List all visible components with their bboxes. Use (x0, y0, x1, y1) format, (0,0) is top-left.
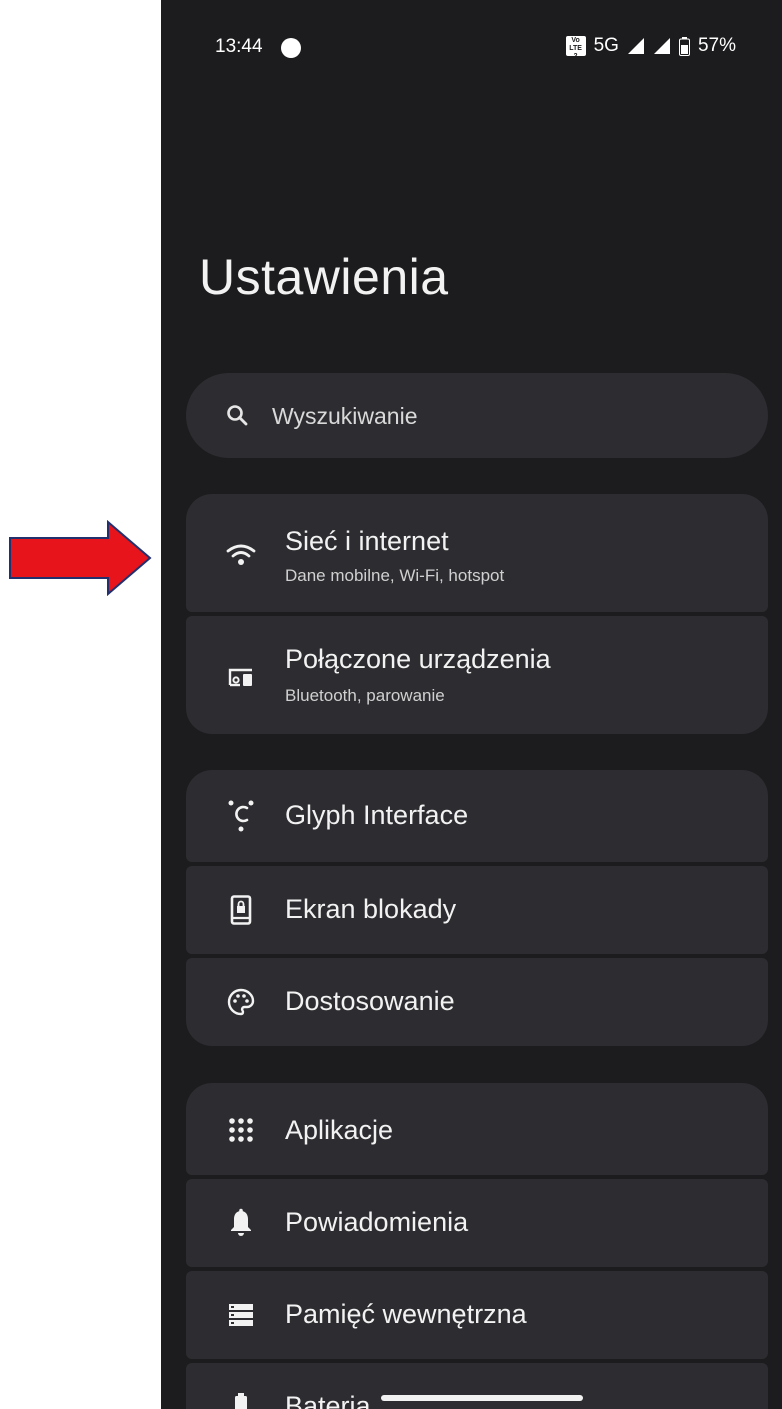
storage-icon (224, 1298, 258, 1332)
pointer-arrow-icon (9, 520, 152, 596)
status-time: 13:44 (215, 36, 263, 57)
settings-item-apps[interactable]: Aplikacje (186, 1083, 768, 1175)
item-label: Pamięć wewnętrzna (285, 1299, 527, 1329)
home-indicator[interactable] (381, 1395, 583, 1401)
network-type: 5G (593, 35, 619, 56)
search-placeholder: Wyszukiwanie (272, 403, 418, 429)
battery-icon (224, 1390, 258, 1409)
item-label: Aplikacje (285, 1115, 394, 1145)
item-label: Dostosowanie (285, 986, 455, 1016)
settings-item-storage[interactable]: Pamięć wewnętrzna (186, 1271, 768, 1359)
status-bar: 13:44 Vo LTE 2 5G 57% (161, 30, 782, 66)
item-label: Powiadomienia (285, 1207, 469, 1237)
battery-status-icon (678, 36, 690, 56)
item-label: Połączone urządzenia (285, 644, 551, 674)
bell-icon (224, 1206, 258, 1240)
system-icons: Vo LTE 2 5G 57% (565, 35, 736, 60)
settings-item-customization[interactable]: Dostosowanie (186, 958, 768, 1046)
item-label: Ekran blokady (285, 894, 457, 924)
battery-percent: 57% (697, 35, 736, 56)
apps-grid-icon (224, 1113, 258, 1147)
settings-item-lock-screen[interactable]: Ekran blokady (186, 866, 768, 954)
search-bar[interactable]: Wyszukiwanie (186, 373, 768, 458)
item-label: Glyph Interface (285, 800, 469, 830)
palette-icon (224, 985, 258, 1019)
search-icon (227, 405, 248, 426)
item-subtitle: Bluetooth, parowanie (285, 686, 445, 705)
settings-item-battery[interactable]: Bateria (186, 1363, 768, 1409)
item-label: Sieć i internet (285, 526, 449, 556)
settings-item-notifications[interactable]: Powiadomienia (186, 1179, 768, 1267)
status-dot-icon (281, 38, 301, 58)
settings-item-glyph-interface[interactable]: Glyph Interface (186, 770, 768, 862)
signal-icon (627, 38, 644, 54)
item-subtitle: Dane mobilne, Wi-Fi, hotspot (285, 566, 505, 585)
phone-screen: 13:44 Vo LTE 2 5G 57% Ustawienia Wyszukiw… (161, 0, 782, 1409)
glyph-icon (224, 799, 258, 833)
volte-icon: Vo LTE 2 (565, 36, 586, 60)
item-label: Bateria (285, 1391, 371, 1409)
wifi-icon (224, 538, 258, 572)
settings-item-network[interactable]: Sieć i internet Dane mobilne, Wi-Fi, hot… (186, 494, 768, 612)
settings-item-connected-devices[interactable]: Połączone urządzenia Bluetooth, parowani… (186, 616, 768, 734)
page-title: Ustawienia (199, 249, 449, 305)
connected-devices-icon (224, 660, 258, 694)
lock-screen-icon (224, 893, 258, 927)
signal-icon (653, 38, 670, 54)
